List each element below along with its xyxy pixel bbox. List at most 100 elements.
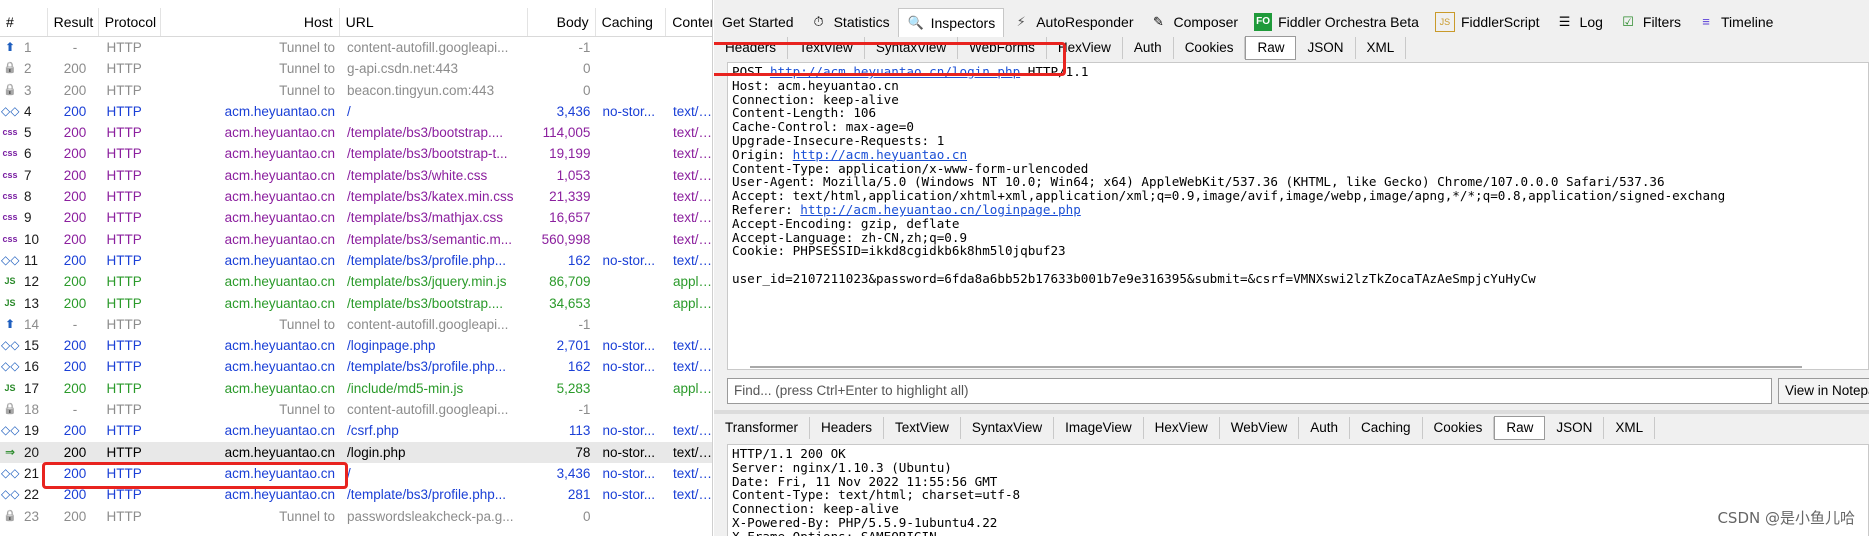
resp-tab-headers[interactable]: Headers — [810, 417, 884, 439]
tab-fiddlerscript[interactable]: JSFiddlerScript — [1427, 8, 1548, 36]
request-raw-view[interactable]: POST http://acm.heyuantao.cn/login.php H… — [727, 62, 1869, 370]
session-row[interactable]: ◇◇19200HTTPacm.heyuantao.cn/csrf.php113n… — [0, 420, 712, 441]
session-row[interactable]: ◇◇16200HTTPacm.heyuantao.cn/template/bs3… — [0, 356, 712, 377]
session-result: 200 — [50, 293, 101, 314]
session-row[interactable]: css7200HTTPacm.heyuantao.cn/template/bs3… — [0, 165, 712, 186]
session-url: / — [341, 463, 529, 484]
session-row[interactable]: ◇◇11200HTTPacm.heyuantao.cn/template/bs3… — [0, 250, 712, 271]
session-row[interactable]: JS12200HTTPacm.heyuantao.cn/template/bs3… — [0, 271, 712, 292]
tab-get-started[interactable]: Get Started — [714, 8, 802, 36]
session-number-text: 23 — [24, 509, 39, 524]
col-header-caching[interactable]: Caching — [596, 8, 667, 36]
raw-line: Accept: text/html,application/xhtml+xml,… — [732, 189, 1868, 203]
request-body: user_id=2107211023&password=6fda8a6bb52b… — [732, 271, 1536, 286]
col-header-num[interactable]: # — [0, 8, 48, 36]
tab-inspectors[interactable]: 🔍Inspectors — [898, 8, 1005, 37]
pane-splitter[interactable] — [714, 410, 1869, 414]
session-caching: no-stor... — [596, 101, 667, 122]
html-diamond-icon: ◇◇ — [1, 103, 19, 120]
resp-tab-caching[interactable]: Caching — [1350, 417, 1423, 439]
session-row[interactable]: 🔒18-HTTPTunnel tocontent-autofill.google… — [0, 399, 712, 420]
session-protocol: HTTP — [101, 314, 163, 335]
resp-tab-cookies[interactable]: Cookies — [1423, 417, 1495, 439]
session-number: css7 — [0, 165, 50, 186]
response-raw-view[interactable]: HTTP/1.1 200 OKServer: nginx/1.10.3 (Ubu… — [727, 444, 1869, 536]
session-content-type — [667, 37, 712, 58]
session-row[interactable]: JS17200HTTPacm.heyuantao.cn/include/md5-… — [0, 378, 712, 399]
resp-tab-syntaxview[interactable]: SyntaxView — [961, 417, 1054, 439]
tab-label: Fiddler Orchestra Beta — [1278, 14, 1419, 30]
col-header-body[interactable]: Body — [528, 8, 596, 36]
session-row[interactable]: 🔒2200HTTPTunnel tog-api.csdn.net:4430 — [0, 58, 712, 79]
session-body-size: -1 — [529, 399, 597, 420]
session-body-size: 19,199 — [529, 143, 597, 164]
resp-tab-xml[interactable]: XML — [1604, 417, 1655, 439]
resp-tab-textview[interactable]: TextView — [884, 417, 961, 439]
resp-tab-imageview[interactable]: ImageView — [1054, 417, 1144, 439]
referer-link[interactable]: http://acm.heyuantao.cn/loginpage.php — [800, 202, 1081, 217]
col-header-host[interactable]: Host — [161, 8, 340, 36]
session-row[interactable]: ⇒20200HTTPacm.heyuantao.cn/login.php78no… — [0, 442, 712, 463]
session-body-size: 0 — [529, 80, 597, 101]
req-tab-json[interactable]: JSON — [1296, 37, 1355, 59]
session-number-text: 14 — [24, 317, 39, 332]
col-header-protocol[interactable]: Protocol — [99, 8, 161, 36]
session-host: acm.heyuantao.cn — [162, 229, 341, 250]
session-row[interactable]: css10200HTTPacm.heyuantao.cn/template/bs… — [0, 229, 712, 250]
session-row[interactable]: css5200HTTPacm.heyuantao.cn/template/bs3… — [0, 122, 712, 143]
session-host: acm.heyuantao.cn — [162, 207, 341, 228]
session-row[interactable]: ◇◇15200HTTPacm.heyuantao.cn/loginpage.ph… — [0, 335, 712, 356]
session-row[interactable]: ◇◇4200HTTPacm.heyuantao.cn/3,436no-stor.… — [0, 101, 712, 122]
tab-filters[interactable]: ☑Filters — [1611, 8, 1689, 36]
horizontal-scrollbar[interactable] — [750, 366, 1802, 368]
tab-statistics[interactable]: ⏱Statistics — [802, 8, 898, 36]
tab-label: Composer — [1174, 14, 1239, 30]
resp-tab-auth[interactable]: Auth — [1299, 417, 1350, 439]
session-number: 🔒3 — [0, 80, 50, 101]
lock-icon: 🔒 — [1, 508, 19, 525]
resp-tab-json[interactable]: JSON — [1545, 417, 1604, 439]
session-row[interactable]: css8200HTTPacm.heyuantao.cn/template/bs3… — [0, 186, 712, 207]
session-row[interactable]: ⬆1-HTTPTunnel tocontent-autofill.googlea… — [0, 37, 712, 58]
session-row[interactable]: ⬆14-HTTPTunnel tocontent-autofill.google… — [0, 314, 712, 335]
tab-fiddler-orchestra-beta[interactable]: FOFiddler Orchestra Beta — [1246, 8, 1427, 36]
tab-log[interactable]: ☰Log — [1548, 8, 1611, 36]
session-url: / — [341, 101, 529, 122]
req-tab-auth[interactable]: Auth — [1123, 37, 1174, 59]
resp-tab-raw[interactable]: Raw — [1494, 416, 1545, 440]
session-protocol: HTTP — [101, 250, 163, 271]
session-body-size: 114,005 — [529, 122, 597, 143]
session-row[interactable]: 🔒3200HTTPTunnel tobeacon.tingyun.com:443… — [0, 80, 712, 101]
session-host: acm.heyuantao.cn — [162, 165, 341, 186]
req-tab-cookies[interactable]: Cookies — [1174, 37, 1246, 59]
session-protocol: HTTP — [101, 101, 163, 122]
session-row[interactable]: css9200HTTPacm.heyuantao.cn/template/bs3… — [0, 207, 712, 228]
session-row[interactable]: JS13200HTTPacm.heyuantao.cn/template/bs3… — [0, 293, 712, 314]
session-caching — [596, 207, 667, 228]
col-header-content[interactable]: Content — [666, 8, 712, 36]
col-header-result[interactable]: Result — [48, 8, 99, 36]
find-input[interactable]: Find... (press Ctrl+Enter to highlight a… — [727, 378, 1772, 404]
view-in-notepad-button[interactable]: View in Notepad — [1778, 378, 1869, 404]
origin-link[interactable]: http://acm.heyuantao.cn — [793, 147, 967, 162]
session-protocol: HTTP — [101, 442, 163, 463]
session-result: 200 — [50, 207, 101, 228]
col-header-url[interactable]: URL — [340, 8, 528, 36]
session-number-text: 17 — [24, 381, 39, 396]
html-diamond-icon: ◇◇ — [1, 422, 19, 439]
session-row[interactable]: css6200HTTPacm.heyuantao.cn/template/bs3… — [0, 143, 712, 164]
tab-composer[interactable]: ✎Composer — [1142, 8, 1247, 36]
session-number: ◇◇11 — [0, 250, 50, 271]
session-content-type: text/html — [667, 101, 712, 122]
session-host: acm.heyuantao.cn — [162, 271, 341, 292]
resp-tab-transformer[interactable]: Transformer — [714, 417, 810, 439]
session-list[interactable]: # Result Protocol Host URL Body Caching … — [0, 0, 713, 536]
resp-tab-webview[interactable]: WebView — [1220, 417, 1300, 439]
raw-line: Cache-Control: max-age=0 — [732, 120, 1868, 134]
req-tab-raw[interactable]: Raw — [1245, 36, 1296, 60]
tab-autoresponder[interactable]: ⚡AutoResponder — [1004, 8, 1141, 36]
resp-tab-hexview[interactable]: HexView — [1144, 417, 1220, 439]
req-tab-xml[interactable]: XML — [1356, 37, 1407, 59]
tab-timeline[interactable]: ≡Timeline — [1689, 8, 1781, 36]
session-row[interactable]: 🔒23200HTTPTunnel topasswordsleakcheck-pa… — [0, 506, 712, 527]
